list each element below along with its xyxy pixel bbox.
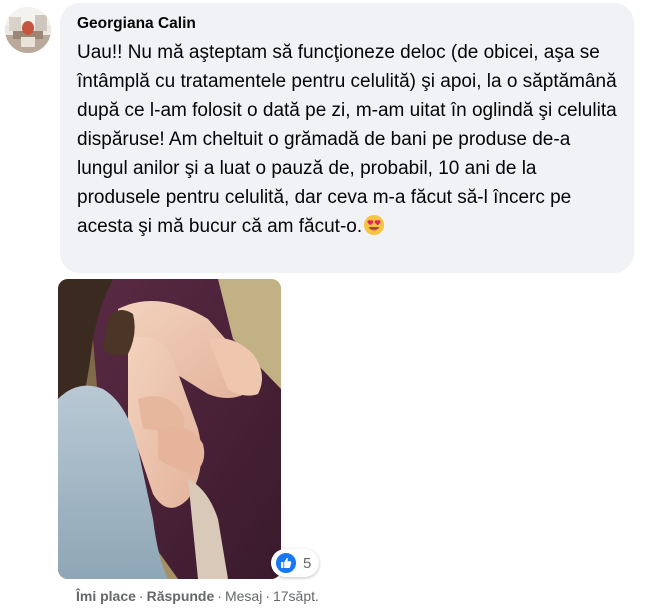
separator: · <box>217 588 222 604</box>
separator: · <box>138 588 144 604</box>
massage-photo-image <box>58 279 281 579</box>
reply-button[interactable]: Răspunde <box>147 588 215 604</box>
reaction-count: 5 <box>303 554 312 572</box>
like-button[interactable]: Îmi place <box>76 588 136 604</box>
heart-eyes-emoji-icon <box>363 214 385 236</box>
comment-author[interactable]: Georgiana Calin <box>77 14 196 34</box>
attached-photo[interactable] <box>58 279 281 579</box>
reactions-badge[interactable]: 5 <box>271 549 320 577</box>
separator: · <box>265 588 270 604</box>
like-icon <box>274 551 298 575</box>
avatar[interactable] <box>5 7 51 53</box>
comment-bubble: Georgiana Calin Uau!! Nu mă aşteptam să … <box>60 3 634 273</box>
timestamp[interactable]: 17săpt. <box>273 588 319 604</box>
message-link[interactable]: Mesaj <box>225 588 262 604</box>
comment-actions: Îmi place · Răspunde · Mesaj · 17săpt. <box>76 586 319 606</box>
avatar-image <box>5 7 51 53</box>
comment-body: Uau!! Nu mă aşteptam să funcţioneze delo… <box>77 42 617 237</box>
comment-text: Uau!! Nu mă aşteptam să funcţioneze delo… <box>77 38 622 241</box>
